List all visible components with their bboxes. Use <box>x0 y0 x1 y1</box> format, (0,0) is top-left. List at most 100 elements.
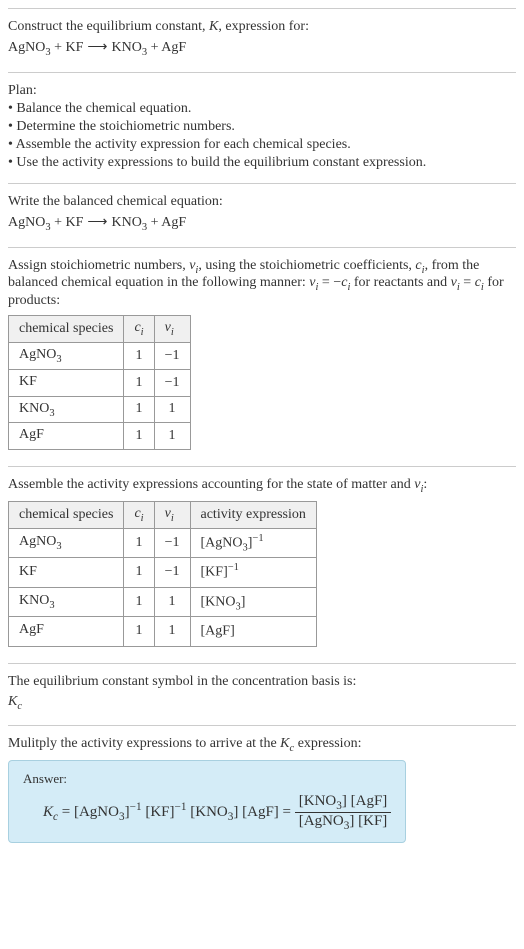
product-2: AgF <box>161 215 186 230</box>
t2: [KF] <box>142 804 175 820</box>
e1: −1 <box>130 801 142 813</box>
td-species: AgNO3 <box>9 528 124 557</box>
sp: KNO <box>19 593 49 608</box>
answer-box: Answer: Kc = [AgNO3]−1 [KF]−1 [KNO3] [Ag… <box>8 760 406 843</box>
ci-i: i <box>141 513 144 524</box>
t4: [AgF] <box>238 804 278 820</box>
td-species: AgNO3 <box>9 342 124 369</box>
activity-heading: Assemble the activity expressions accoun… <box>8 477 516 495</box>
sp: KF <box>19 564 37 579</box>
td-species: KF <box>9 369 124 396</box>
a: [AgF <box>201 624 231 639</box>
td-activity: [KNO3] <box>190 587 316 616</box>
sp: AgF <box>19 427 44 442</box>
kc-c: c <box>17 700 22 711</box>
sp: AgF <box>19 622 44 637</box>
stoich-t4: for reactants and <box>350 275 450 290</box>
kc-symbol-section: The equilibrium constant symbol in the c… <box>8 663 516 726</box>
a: [AgNO <box>201 535 243 550</box>
t3: [KNO <box>187 804 228 820</box>
intro-text: Construct the equilibrium constant, K, e… <box>8 19 516 35</box>
ci-i: i <box>141 327 144 338</box>
td-activity: [KF]−1 <box>190 558 316 587</box>
th-activity: activity expression <box>190 501 316 528</box>
denominator: [AgNO3] [KF] <box>295 813 392 832</box>
td-nui: −1 <box>154 528 190 557</box>
plus-2: + <box>147 215 161 230</box>
td-species: AgF <box>9 423 124 450</box>
kc-k: K <box>8 694 17 709</box>
ae: −1 <box>252 533 263 544</box>
arrow: ⟶ <box>83 40 111 55</box>
product-1: KNO <box>111 40 141 55</box>
td-species: AgF <box>9 617 124 646</box>
plan-section: Plan: • Balance the chemical equation. •… <box>8 72 516 183</box>
plan-item: • Determine the stoichiometric numbers. <box>8 119 516 135</box>
intro-prompt: Construct the equilibrium constant, <box>8 19 209 34</box>
td-ci: 1 <box>124 342 154 369</box>
td-species: KNO3 <box>9 396 124 423</box>
th-species: chemical species <box>9 501 124 528</box>
reactant-2: KF <box>66 40 84 55</box>
table-row: AgNO3 1 −1 [AgNO3]−1 <box>9 528 317 557</box>
reactant-1: AgNO <box>8 215 45 230</box>
nui-i: i <box>171 327 174 338</box>
table-row: KNO3 1 1 <box>9 396 191 423</box>
answer-section: Mulitply the activity expressions to arr… <box>8 725 516 853</box>
td-nui: 1 <box>154 617 190 646</box>
plan-item: • Use the activity expressions to build … <box>8 155 516 171</box>
fraction: [KNO3] [AgF][AgNO3] [KF] <box>295 793 392 832</box>
table-row: KNO3 1 1 [KNO3] <box>9 587 317 616</box>
ae: −1 <box>228 562 239 573</box>
e2: −1 <box>175 801 187 813</box>
th-ci: ci <box>124 316 154 343</box>
reactant-1: AgNO <box>8 40 45 55</box>
intro-section: Construct the equilibrium constant, K, e… <box>8 8 516 72</box>
mk: K <box>280 736 289 751</box>
td-activity: [AgF] <box>190 617 316 646</box>
table-header-row: chemical species ci νi activity expressi… <box>9 501 317 528</box>
td-ci: 1 <box>124 617 154 646</box>
td-ci: 1 <box>124 528 154 557</box>
plan-item: • Balance the chemical equation. <box>8 101 516 117</box>
activity-table: chemical species ci νi activity expressi… <box>8 501 317 647</box>
product-1: KNO <box>111 215 141 230</box>
reaction-equation: AgNO3 + KF⟶KNO3 + AgF <box>8 39 516 58</box>
stoich-table: chemical species ci νi AgNO3 1 −1 KF 1 −… <box>8 315 191 450</box>
t1: [AgNO <box>74 804 119 820</box>
reactant-2: KF <box>66 215 84 230</box>
kc-symbol-text: The equilibrium constant symbol in the c… <box>8 674 516 690</box>
balanced-equation: AgNO3 + KF⟶KNO3 + AgF <box>8 214 516 233</box>
n1: [KNO <box>299 793 337 809</box>
stoich-section: Assign stoichiometric numbers, νi, using… <box>8 247 516 467</box>
table-row: AgF 1 1 [AgF] <box>9 617 317 646</box>
k-symbol: K <box>209 19 218 34</box>
n2: ] [AgF] <box>342 793 387 809</box>
td-nui: 1 <box>154 423 190 450</box>
td-species: KNO3 <box>9 587 124 616</box>
balanced-heading: Write the balanced chemical equation: <box>8 194 516 210</box>
act-h2: : <box>423 477 427 492</box>
intro-prompt2: , expression for: <box>218 19 309 34</box>
td-nui: 1 <box>154 587 190 616</box>
stoich-text: Assign stoichiometric numbers, νi, using… <box>8 258 516 310</box>
answer-label: Answer: <box>23 771 391 787</box>
nui-i: i <box>171 513 174 524</box>
eq: = <box>58 804 74 820</box>
sp-sub: 3 <box>56 541 61 552</box>
balanced-section: Write the balanced chemical equation: Ag… <box>8 183 516 247</box>
td-ci: 1 <box>124 558 154 587</box>
numerator: [KNO3] [AgF] <box>295 793 392 813</box>
td-ci: 1 <box>124 369 154 396</box>
td-species: KF <box>9 558 124 587</box>
td-nui: −1 <box>154 342 190 369</box>
th-nui: νi <box>154 316 190 343</box>
sp: KNO <box>19 401 49 416</box>
table-row: KF 1 −1 [KF]−1 <box>9 558 317 587</box>
mt1: Mulitply the activity expressions to arr… <box>8 736 280 751</box>
product-2: AgF <box>161 40 186 55</box>
sp: KF <box>19 374 37 389</box>
sp: AgNO <box>19 347 56 362</box>
act-h1: Assemble the activity expressions accoun… <box>8 477 414 492</box>
activity-section: Assemble the activity expressions accoun… <box>8 466 516 662</box>
